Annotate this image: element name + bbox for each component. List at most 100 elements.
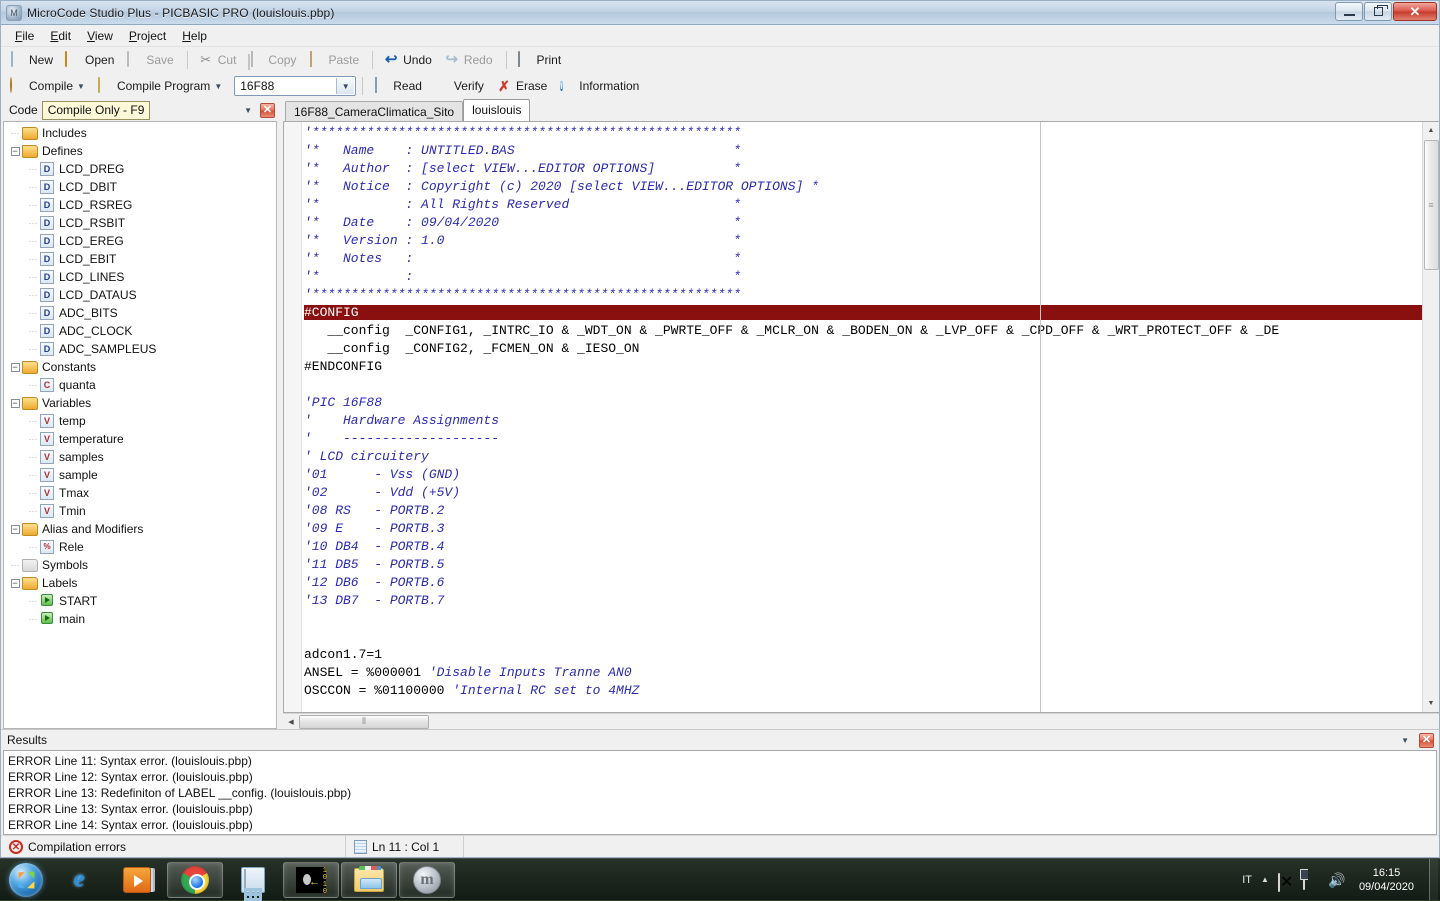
code-line[interactable]: '13 DB7 - PORTB.7: [304, 593, 444, 608]
tree-expander-icon[interactable]: −: [8, 146, 22, 156]
tree-item[interactable]: ⋯VTmax: [4, 484, 276, 502]
tree-item[interactable]: ⋯DLCD_DBIT: [4, 178, 276, 196]
scroll-left-arrow-icon[interactable]: ◀: [283, 714, 299, 730]
tree-item[interactable]: ⋯VTmin: [4, 502, 276, 520]
show-desktop-button[interactable]: [1429, 859, 1438, 900]
redo-button[interactable]: ↪ Redo: [440, 49, 500, 71]
vertical-scroll-track[interactable]: [1424, 270, 1439, 695]
menu-project[interactable]: Project: [121, 26, 174, 46]
taskbar-item-calculator[interactable]: [225, 862, 281, 898]
code-line[interactable]: #ENDCONFIG: [304, 359, 382, 374]
tree-item[interactable]: ⋯DLCD_EBIT: [4, 250, 276, 268]
cut-button[interactable]: ✂ Cut: [194, 49, 244, 71]
code-line[interactable]: 'PIC 16F88: [304, 395, 382, 410]
print-button[interactable]: Print: [513, 49, 569, 71]
maximize-button[interactable]: [1364, 2, 1392, 21]
tree-item[interactable]: ⋯DLCD_LINES: [4, 268, 276, 286]
paste-button[interactable]: Paste: [304, 49, 366, 71]
compile-button[interactable]: Compile ▼: [5, 75, 92, 97]
error-item[interactable]: ERROR Line 13: Syntax error. (louislouis…: [8, 801, 1436, 817]
code-explorer-tree[interactable]: ⋯Includes−Defines⋯DLCD_DREG⋯DLCD_DBIT⋯DL…: [3, 121, 277, 729]
results-menu-chevron-icon[interactable]: ▼: [1401, 736, 1409, 745]
explorer-menu-chevron-icon[interactable]: ▼: [244, 106, 252, 115]
explorer-close-button[interactable]: ✕: [260, 103, 275, 118]
menu-help[interactable]: Help: [174, 26, 215, 46]
chevron-down-icon[interactable]: ▼: [214, 82, 222, 91]
remote-display-icon[interactable]: [1303, 872, 1319, 888]
tree-item[interactable]: ⋯Cquanta: [4, 376, 276, 394]
device-select[interactable]: 16F88 ▼: [234, 76, 356, 96]
code-line[interactable]: __config _CONFIG1, _INTRC_IO & _WDT_ON &…: [304, 323, 1279, 338]
tree-expander-icon[interactable]: −: [8, 362, 22, 372]
menu-view[interactable]: View: [79, 26, 121, 46]
tree-expander-icon[interactable]: −: [8, 578, 22, 588]
code-line[interactable]: ' LCD circuitery: [304, 449, 429, 464]
tree-item[interactable]: ⋯Vtemperature: [4, 430, 276, 448]
tree-item[interactable]: ⋯START: [4, 592, 276, 610]
tree-item[interactable]: −Alias and Modifiers: [4, 520, 276, 538]
tree-item[interactable]: ⋯Symbols: [4, 556, 276, 574]
code-line[interactable]: ' --------------------: [304, 431, 499, 446]
tree-item[interactable]: ⋯DLCD_DATAUS: [4, 286, 276, 304]
tree-item[interactable]: ⋯DADC_CLOCK: [4, 322, 276, 340]
tree-item[interactable]: ⋯Vtemp: [4, 412, 276, 430]
tree-item[interactable]: ⋯Vsample: [4, 466, 276, 484]
code-line[interactable]: '***************************************…: [304, 125, 741, 140]
close-button[interactable]: ✕: [1393, 2, 1437, 21]
tree-item[interactable]: ⋯DLCD_RSBIT: [4, 214, 276, 232]
editor-horizontal-scrollbar[interactable]: ◀ ⦀: [283, 713, 1439, 729]
code-line[interactable]: '* Date : 09/04/2020 *: [304, 215, 741, 230]
horizontal-scroll-thumb[interactable]: ⦀: [299, 715, 429, 729]
code-line[interactable]: '08 RS - PORTB.2: [304, 503, 444, 518]
start-button[interactable]: [2, 861, 50, 899]
network-icon[interactable]: ✕: [1278, 872, 1294, 888]
scroll-down-arrow-icon[interactable]: ▼: [1423, 695, 1440, 712]
taskbar-item-microcode-studio[interactable]: m: [399, 862, 455, 898]
editor-vertical-scrollbar[interactable]: ▲ ≡ ▼: [1422, 122, 1439, 712]
editor-tab[interactable]: 16F88_CameraClimatica_Sito: [285, 101, 463, 121]
code-line[interactable]: __config _CONFIG2, _FCMEN_ON & _IESO_ON: [304, 341, 639, 356]
read-button[interactable]: Read: [369, 75, 429, 97]
tree-item[interactable]: ⋯DADC_BITS: [4, 304, 276, 322]
code-line[interactable]: '09 E - PORTB.3: [304, 521, 444, 536]
show-hidden-icons-icon[interactable]: ▲: [1261, 875, 1269, 884]
language-indicator[interactable]: IT: [1242, 874, 1252, 886]
error-item[interactable]: ERROR Line 13: Redefiniton of LABEL __co…: [8, 785, 1436, 801]
tree-expander-icon[interactable]: −: [8, 524, 22, 534]
compile-program-button[interactable]: Compile Program ▼: [93, 75, 229, 97]
chevron-down-icon[interactable]: ▼: [336, 78, 354, 94]
code-line[interactable]: '* Notes : *: [304, 251, 741, 266]
code-line[interactable]: ANSEL = %000001 'Disable Inputs Tranne A…: [304, 665, 632, 680]
code-line[interactable]: #CONFIG: [304, 305, 359, 320]
code-line[interactable]: adcon1.7=1: [304, 647, 382, 662]
code-line[interactable]: '* : *: [304, 269, 741, 284]
chevron-down-icon[interactable]: ▼: [77, 82, 85, 91]
tree-item[interactable]: ⋯main: [4, 610, 276, 628]
code-line[interactable]: '***************************************…: [304, 287, 741, 302]
taskbar-item-windows-explorer[interactable]: [341, 862, 397, 898]
tree-item[interactable]: ⋯DLCD_EREG: [4, 232, 276, 250]
code-line[interactable]: '02 - Vdd (+5V): [304, 485, 460, 500]
code-line[interactable]: '* Author : [select VIEW...EDITOR OPTION…: [304, 161, 741, 176]
results-error-list[interactable]: ERROR Line 11: Syntax error. (louislouis…: [3, 750, 1437, 835]
tree-item[interactable]: ⋯Includes: [4, 124, 276, 142]
code-line[interactable]: '12 DB6 - PORTB.6: [304, 575, 444, 590]
taskbar-item-windows-media-player[interactable]: [109, 862, 165, 898]
code-line[interactable]: '10 DB4 - PORTB.4: [304, 539, 444, 554]
code-editor[interactable]: '***************************************…: [283, 121, 1439, 713]
erase-button[interactable]: ✗ Erase: [492, 75, 554, 97]
tree-item[interactable]: ⋯DADC_SAMPLEUS: [4, 340, 276, 358]
open-button[interactable]: Open: [61, 49, 121, 71]
source-code[interactable]: '***************************************…: [302, 122, 1422, 700]
code-line[interactable]: '* Version : 1.0 *: [304, 233, 741, 248]
tree-item[interactable]: ⋯DLCD_DREG: [4, 160, 276, 178]
tree-item[interactable]: ⋯%Rele: [4, 538, 276, 556]
save-button[interactable]: Save: [122, 49, 180, 71]
clock[interactable]: 16:15 09/04/2020: [1353, 866, 1420, 894]
taskbar-item-programmer-app[interactable]: ←1010: [283, 862, 339, 898]
new-button[interactable]: New: [5, 49, 60, 71]
menu-edit[interactable]: Edit: [42, 26, 79, 46]
results-close-button[interactable]: ✕: [1419, 733, 1434, 748]
error-item[interactable]: ERROR Line 12: Syntax error. (louislouis…: [8, 769, 1436, 785]
editor-tab[interactable]: louislouis: [463, 99, 530, 121]
